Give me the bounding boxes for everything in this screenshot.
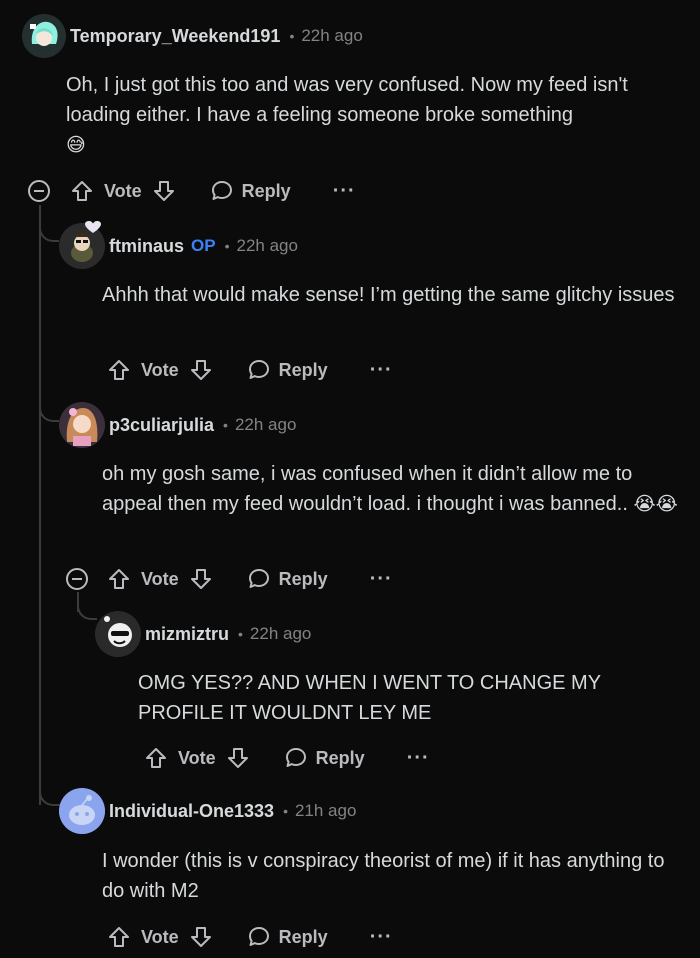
username[interactable]: p3culiarjulia xyxy=(109,415,214,436)
comment-text: oh my gosh same, i was confused when it … xyxy=(102,463,638,515)
arrow-down-icon[interactable] xyxy=(189,358,213,382)
username[interactable]: mizmiztru xyxy=(145,624,229,645)
comment-body: Oh, I just got this too and was very con… xyxy=(66,70,681,161)
username[interactable]: Individual-One1333 xyxy=(109,801,274,822)
thread-line-root[interactable] xyxy=(39,205,41,805)
vote-label: Vote xyxy=(141,359,179,380)
reply-button[interactable]: Reply xyxy=(284,746,365,770)
reply-button[interactable]: Reply xyxy=(247,358,328,382)
ellipsis-icon[interactable]: ··· xyxy=(407,748,430,768)
reply-label: Reply xyxy=(241,180,291,201)
arrow-up-icon[interactable] xyxy=(107,567,131,591)
username[interactable]: ftminaus xyxy=(109,236,184,257)
vote-label: Vote xyxy=(141,568,179,589)
speech-bubble-icon xyxy=(247,925,271,949)
reply-label: Reply xyxy=(315,747,365,768)
arrow-up-icon[interactable] xyxy=(144,746,168,770)
speech-bubble-icon xyxy=(247,358,271,382)
vote-control: Vote xyxy=(107,567,213,591)
arrow-up-icon[interactable] xyxy=(107,358,131,382)
separator-dot: • xyxy=(283,803,288,819)
username[interactable]: Temporary_Weekend191 xyxy=(70,26,280,47)
collapse-minus-icon[interactable] xyxy=(28,180,50,202)
speech-bubble-icon xyxy=(247,567,271,591)
vote-label: Vote xyxy=(178,747,216,768)
comment-body: I wonder (this is v conspiracy theorist … xyxy=(102,850,671,902)
reply-button[interactable]: Reply xyxy=(210,179,291,203)
separator-dot: • xyxy=(223,417,228,433)
heart-badge-icon xyxy=(84,220,102,239)
arrow-down-icon[interactable] xyxy=(189,567,213,591)
ellipsis-icon[interactable]: ··· xyxy=(370,569,393,589)
emoji: 😭😭 xyxy=(633,494,678,515)
ellipsis-icon[interactable]: ··· xyxy=(333,181,356,201)
avatar[interactable] xyxy=(22,14,66,58)
thread-branch-1 xyxy=(39,224,59,242)
ellipsis-icon[interactable]: ··· xyxy=(370,927,393,947)
comment-actions: Vote Reply ··· xyxy=(28,176,356,206)
arrow-up-icon[interactable] xyxy=(107,925,131,949)
reply-button[interactable]: Reply xyxy=(247,925,328,949)
vote-control: Vote xyxy=(107,358,213,382)
vote-control: Vote xyxy=(70,179,176,203)
timestamp[interactable]: 21h ago xyxy=(295,801,356,821)
reply-label: Reply xyxy=(278,359,328,380)
avatar[interactable] xyxy=(59,402,105,448)
comment-header: p3culiarjulia • 22h ago xyxy=(59,402,296,448)
comment-header: mizmiztru • 22h ago xyxy=(95,611,311,657)
thread-branch-3 xyxy=(77,598,97,620)
timestamp[interactable]: 22h ago xyxy=(301,26,362,46)
vote-label: Vote xyxy=(104,180,142,201)
speech-bubble-icon xyxy=(210,179,234,203)
arrow-down-icon[interactable] xyxy=(152,179,176,203)
speech-bubble-icon xyxy=(284,746,308,770)
comment-body: oh my gosh same, i was confused when it … xyxy=(102,459,682,520)
thread-branch-4 xyxy=(39,788,61,806)
comment-actions: Vote Reply ··· xyxy=(66,564,393,594)
comment-body: Ahhh that would make sense! I’m getting … xyxy=(102,284,675,306)
arrow-down-icon[interactable] xyxy=(189,925,213,949)
comment-body: OMG YES?? AND WHEN I WENT TO CHANGE MY P… xyxy=(138,672,607,724)
avatar[interactable] xyxy=(95,611,141,657)
arrow-down-icon[interactable] xyxy=(226,746,250,770)
timestamp[interactable]: 22h ago xyxy=(250,624,311,644)
reply-label: Reply xyxy=(278,568,328,589)
timestamp[interactable]: 22h ago xyxy=(235,415,296,435)
separator-dot: • xyxy=(238,626,243,642)
separator-dot: • xyxy=(289,28,295,44)
emoji: 😅 xyxy=(66,135,86,156)
vote-control: Vote xyxy=(144,746,250,770)
comment-text: Oh, I just got this too and was very con… xyxy=(66,74,634,126)
timestamp[interactable]: 22h ago xyxy=(236,236,297,256)
ellipsis-icon[interactable]: ··· xyxy=(370,360,393,380)
comment-header: Temporary_Weekend191 • 22h ago xyxy=(22,14,363,58)
reply-label: Reply xyxy=(278,926,328,947)
vote-control: Vote xyxy=(107,925,213,949)
vote-label: Vote xyxy=(141,926,179,947)
comment-actions: Vote Reply ··· xyxy=(144,743,430,773)
collapse-minus-icon[interactable] xyxy=(66,568,88,590)
reply-button[interactable]: Reply xyxy=(247,567,328,591)
thread-branch-2 xyxy=(39,404,59,422)
comment-header: Individual-One1333 • 21h ago xyxy=(59,788,356,834)
comment-actions: Vote Reply ··· xyxy=(107,922,393,952)
arrow-up-icon[interactable] xyxy=(70,179,94,203)
op-badge: OP xyxy=(191,236,216,255)
comment-actions: Vote Reply ··· xyxy=(107,355,393,385)
avatar[interactable] xyxy=(59,788,105,834)
separator-dot: • xyxy=(224,238,230,254)
